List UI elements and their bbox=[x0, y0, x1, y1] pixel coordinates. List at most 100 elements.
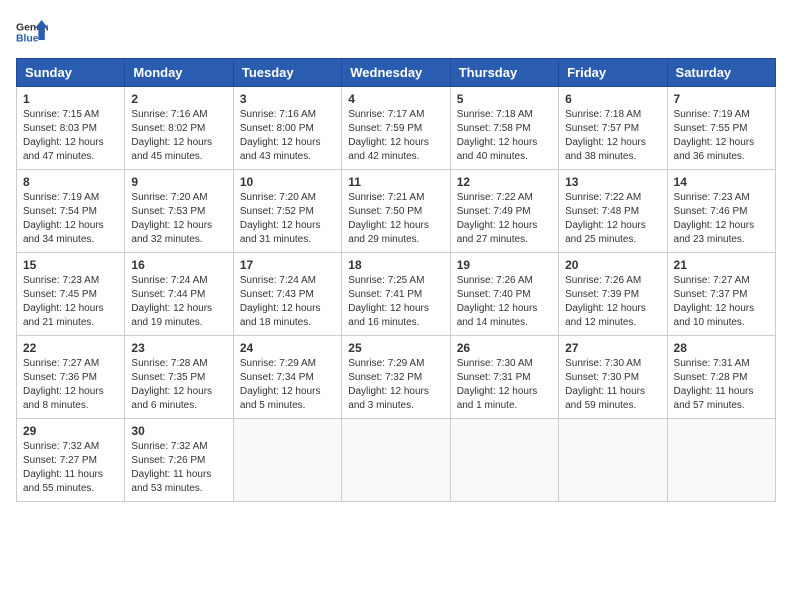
cell-info: Sunrise: 7:29 AMSunset: 7:34 PMDaylight:… bbox=[240, 358, 321, 411]
cell-info: Sunrise: 7:17 AMSunset: 7:59 PMDaylight:… bbox=[348, 109, 429, 162]
calendar-cell: 25 Sunrise: 7:29 AMSunset: 7:32 PMDaylig… bbox=[342, 336, 450, 419]
day-number: 19 bbox=[457, 258, 552, 272]
cell-info: Sunrise: 7:32 AMSunset: 7:27 PMDaylight:… bbox=[23, 441, 103, 494]
svg-text:Blue: Blue bbox=[16, 34, 39, 45]
calendar-cell: 27 Sunrise: 7:30 AMSunset: 7:30 PMDaylig… bbox=[559, 336, 667, 419]
day-number: 13 bbox=[565, 175, 660, 189]
day-number: 24 bbox=[240, 341, 335, 355]
cell-info: Sunrise: 7:18 AMSunset: 7:57 PMDaylight:… bbox=[565, 109, 646, 162]
calendar-cell: 11 Sunrise: 7:21 AMSunset: 7:50 PMDaylig… bbox=[342, 170, 450, 253]
week-row-2: 8 Sunrise: 7:19 AMSunset: 7:54 PMDayligh… bbox=[17, 170, 776, 253]
day-number: 12 bbox=[457, 175, 552, 189]
day-number: 17 bbox=[240, 258, 335, 272]
calendar-cell: 5 Sunrise: 7:18 AMSunset: 7:58 PMDayligh… bbox=[450, 87, 558, 170]
day-header-saturday: Saturday bbox=[667, 59, 775, 87]
logo: General Blue bbox=[16, 16, 52, 48]
calendar-cell bbox=[450, 419, 558, 502]
day-number: 7 bbox=[674, 92, 769, 106]
calendar-cell: 14 Sunrise: 7:23 AMSunset: 7:46 PMDaylig… bbox=[667, 170, 775, 253]
calendar-table: SundayMondayTuesdayWednesdayThursdayFrid… bbox=[16, 58, 776, 502]
calendar-cell: 19 Sunrise: 7:26 AMSunset: 7:40 PMDaylig… bbox=[450, 253, 558, 336]
calendar-cell: 1 Sunrise: 7:15 AMSunset: 8:03 PMDayligh… bbox=[17, 87, 125, 170]
day-number: 30 bbox=[131, 424, 226, 438]
day-number: 26 bbox=[457, 341, 552, 355]
header: General Blue bbox=[16, 16, 776, 48]
calendar-cell: 2 Sunrise: 7:16 AMSunset: 8:02 PMDayligh… bbox=[125, 87, 233, 170]
cell-info: Sunrise: 7:27 AMSunset: 7:37 PMDaylight:… bbox=[674, 275, 755, 328]
day-number: 2 bbox=[131, 92, 226, 106]
cell-info: Sunrise: 7:21 AMSunset: 7:50 PMDaylight:… bbox=[348, 192, 429, 245]
cell-info: Sunrise: 7:18 AMSunset: 7:58 PMDaylight:… bbox=[457, 109, 538, 162]
calendar-cell bbox=[667, 419, 775, 502]
cell-info: Sunrise: 7:26 AMSunset: 7:39 PMDaylight:… bbox=[565, 275, 646, 328]
week-row-4: 22 Sunrise: 7:27 AMSunset: 7:36 PMDaylig… bbox=[17, 336, 776, 419]
calendar-cell bbox=[559, 419, 667, 502]
day-number: 28 bbox=[674, 341, 769, 355]
calendar-cell: 21 Sunrise: 7:27 AMSunset: 7:37 PMDaylig… bbox=[667, 253, 775, 336]
calendar-cell: 16 Sunrise: 7:24 AMSunset: 7:44 PMDaylig… bbox=[125, 253, 233, 336]
cell-info: Sunrise: 7:32 AMSunset: 7:26 PMDaylight:… bbox=[131, 441, 211, 494]
cell-info: Sunrise: 7:24 AMSunset: 7:44 PMDaylight:… bbox=[131, 275, 212, 328]
calendar-cell: 3 Sunrise: 7:16 AMSunset: 8:00 PMDayligh… bbox=[233, 87, 341, 170]
calendar-cell: 13 Sunrise: 7:22 AMSunset: 7:48 PMDaylig… bbox=[559, 170, 667, 253]
day-header-sunday: Sunday bbox=[17, 59, 125, 87]
calendar-cell: 26 Sunrise: 7:30 AMSunset: 7:31 PMDaylig… bbox=[450, 336, 558, 419]
calendar-cell: 6 Sunrise: 7:18 AMSunset: 7:57 PMDayligh… bbox=[559, 87, 667, 170]
calendar-cell: 17 Sunrise: 7:24 AMSunset: 7:43 PMDaylig… bbox=[233, 253, 341, 336]
cell-info: Sunrise: 7:26 AMSunset: 7:40 PMDaylight:… bbox=[457, 275, 538, 328]
cell-info: Sunrise: 7:30 AMSunset: 7:30 PMDaylight:… bbox=[565, 358, 645, 411]
cell-info: Sunrise: 7:31 AMSunset: 7:28 PMDaylight:… bbox=[674, 358, 754, 411]
cell-info: Sunrise: 7:20 AMSunset: 7:52 PMDaylight:… bbox=[240, 192, 321, 245]
calendar-header-row: SundayMondayTuesdayWednesdayThursdayFrid… bbox=[17, 59, 776, 87]
calendar-cell: 24 Sunrise: 7:29 AMSunset: 7:34 PMDaylig… bbox=[233, 336, 341, 419]
cell-info: Sunrise: 7:22 AMSunset: 7:49 PMDaylight:… bbox=[457, 192, 538, 245]
day-header-thursday: Thursday bbox=[450, 59, 558, 87]
cell-info: Sunrise: 7:28 AMSunset: 7:35 PMDaylight:… bbox=[131, 358, 212, 411]
day-number: 11 bbox=[348, 175, 443, 189]
calendar-body: 1 Sunrise: 7:15 AMSunset: 8:03 PMDayligh… bbox=[17, 87, 776, 502]
cell-info: Sunrise: 7:25 AMSunset: 7:41 PMDaylight:… bbox=[348, 275, 429, 328]
day-number: 15 bbox=[23, 258, 118, 272]
cell-info: Sunrise: 7:19 AMSunset: 7:54 PMDaylight:… bbox=[23, 192, 104, 245]
calendar-cell: 10 Sunrise: 7:20 AMSunset: 7:52 PMDaylig… bbox=[233, 170, 341, 253]
day-number: 5 bbox=[457, 92, 552, 106]
day-number: 6 bbox=[565, 92, 660, 106]
day-number: 3 bbox=[240, 92, 335, 106]
day-number: 10 bbox=[240, 175, 335, 189]
day-number: 4 bbox=[348, 92, 443, 106]
day-number: 20 bbox=[565, 258, 660, 272]
day-number: 14 bbox=[674, 175, 769, 189]
day-header-monday: Monday bbox=[125, 59, 233, 87]
calendar-cell bbox=[342, 419, 450, 502]
day-header-wednesday: Wednesday bbox=[342, 59, 450, 87]
cell-info: Sunrise: 7:16 AMSunset: 8:02 PMDaylight:… bbox=[131, 109, 212, 162]
cell-info: Sunrise: 7:29 AMSunset: 7:32 PMDaylight:… bbox=[348, 358, 429, 411]
week-row-5: 29 Sunrise: 7:32 AMSunset: 7:27 PMDaylig… bbox=[17, 419, 776, 502]
week-row-1: 1 Sunrise: 7:15 AMSunset: 8:03 PMDayligh… bbox=[17, 87, 776, 170]
calendar-cell: 15 Sunrise: 7:23 AMSunset: 7:45 PMDaylig… bbox=[17, 253, 125, 336]
day-number: 1 bbox=[23, 92, 118, 106]
calendar-cell: 29 Sunrise: 7:32 AMSunset: 7:27 PMDaylig… bbox=[17, 419, 125, 502]
cell-info: Sunrise: 7:15 AMSunset: 8:03 PMDaylight:… bbox=[23, 109, 104, 162]
calendar-cell: 18 Sunrise: 7:25 AMSunset: 7:41 PMDaylig… bbox=[342, 253, 450, 336]
calendar-cell: 20 Sunrise: 7:26 AMSunset: 7:39 PMDaylig… bbox=[559, 253, 667, 336]
day-number: 18 bbox=[348, 258, 443, 272]
calendar-cell: 22 Sunrise: 7:27 AMSunset: 7:36 PMDaylig… bbox=[17, 336, 125, 419]
day-number: 25 bbox=[348, 341, 443, 355]
cell-info: Sunrise: 7:23 AMSunset: 7:45 PMDaylight:… bbox=[23, 275, 104, 328]
calendar-cell: 4 Sunrise: 7:17 AMSunset: 7:59 PMDayligh… bbox=[342, 87, 450, 170]
day-number: 22 bbox=[23, 341, 118, 355]
week-row-3: 15 Sunrise: 7:23 AMSunset: 7:45 PMDaylig… bbox=[17, 253, 776, 336]
calendar-cell: 28 Sunrise: 7:31 AMSunset: 7:28 PMDaylig… bbox=[667, 336, 775, 419]
calendar-cell: 7 Sunrise: 7:19 AMSunset: 7:55 PMDayligh… bbox=[667, 87, 775, 170]
day-number: 27 bbox=[565, 341, 660, 355]
cell-info: Sunrise: 7:30 AMSunset: 7:31 PMDaylight:… bbox=[457, 358, 538, 411]
cell-info: Sunrise: 7:20 AMSunset: 7:53 PMDaylight:… bbox=[131, 192, 212, 245]
calendar-cell bbox=[233, 419, 341, 502]
cell-info: Sunrise: 7:22 AMSunset: 7:48 PMDaylight:… bbox=[565, 192, 646, 245]
day-number: 8 bbox=[23, 175, 118, 189]
day-header-tuesday: Tuesday bbox=[233, 59, 341, 87]
calendar-cell: 12 Sunrise: 7:22 AMSunset: 7:49 PMDaylig… bbox=[450, 170, 558, 253]
cell-info: Sunrise: 7:19 AMSunset: 7:55 PMDaylight:… bbox=[674, 109, 755, 162]
cell-info: Sunrise: 7:16 AMSunset: 8:00 PMDaylight:… bbox=[240, 109, 321, 162]
